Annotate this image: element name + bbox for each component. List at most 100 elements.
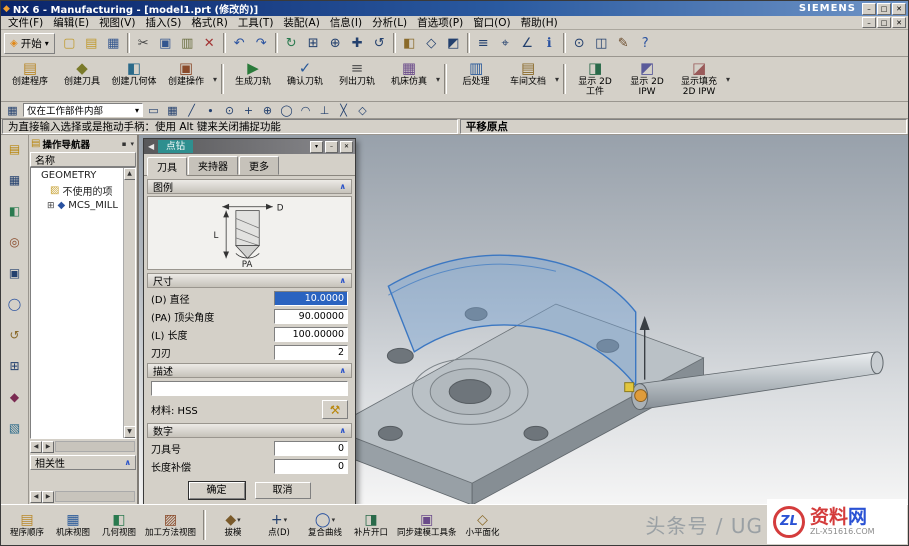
separator[interactable] xyxy=(275,33,278,53)
create-operation-button[interactable]: ▣ 创建操作 xyxy=(160,58,212,100)
datum-plane-icon[interactable]: ◫ xyxy=(591,33,612,54)
paste-icon[interactable]: ▥ xyxy=(177,33,198,54)
assembly-navigator-icon[interactable]: ▤ xyxy=(6,140,24,158)
tab-tool[interactable]: 刀具 xyxy=(147,157,187,176)
field-input[interactable]: 0 xyxy=(274,459,348,474)
scroll-down-icon[interactable]: ▼ xyxy=(124,426,136,438)
program-order-view-button[interactable]: ▤▾ 程序顺序 xyxy=(5,512,49,538)
snap-endpoint-icon[interactable]: ⊙ xyxy=(221,103,238,118)
scroll-right-icon[interactable]: ▶ xyxy=(42,441,54,453)
snap-line-icon[interactable]: ╱ xyxy=(183,103,200,118)
show-2d-ipw-button[interactable]: ◩ 显示 2D IPW xyxy=(621,58,673,100)
description-section-header[interactable]: 描述 ∧ xyxy=(147,363,352,378)
size-section-header[interactable]: 尺寸 ∧ xyxy=(147,273,352,288)
horizontal-scrollbar[interactable]: ◀ ▶ xyxy=(30,490,136,503)
menu-item[interactable]: 格式(R) xyxy=(186,15,233,30)
fit-window-icon[interactable]: ⊞ xyxy=(303,33,324,54)
menu-item[interactable]: 信息(I) xyxy=(325,15,367,30)
machine-simulate-button[interactable]: ▦ 机床仿真 xyxy=(383,58,435,100)
point-button[interactable]: +▾ 点(D) xyxy=(257,512,301,538)
start-menu-button[interactable]: ◈ 开始 ▾ xyxy=(4,33,55,54)
facet-body-button[interactable]: ◇▾ 小平面化 xyxy=(461,512,505,538)
snap-arc-icon[interactable]: ◠ xyxy=(297,103,314,118)
machine-tool-view-button[interactable]: ▦▾ 机床视图 xyxy=(51,512,95,538)
whole-assembly-icon[interactable]: ▦ xyxy=(164,103,181,118)
delete-icon[interactable]: ✕ xyxy=(199,33,220,54)
separator[interactable] xyxy=(467,33,470,53)
wireframe-view-icon[interactable]: ◇ xyxy=(421,33,442,54)
snap-perpendicular-icon[interactable]: ⊥ xyxy=(316,103,333,118)
draft-button[interactable]: ◆▾ 拔模 xyxy=(211,512,255,538)
snap-cross-icon[interactable]: ╳ xyxy=(335,103,352,118)
doc-restore-button[interactable]: □ xyxy=(877,17,891,28)
open-icon[interactable]: ▤ xyxy=(81,33,102,54)
navigator-tree[interactable]: GEOMETRY ▨ 不使用的项 ⊞ ◆ MCS_MILL xyxy=(30,167,136,439)
show-2d-workpiece-button[interactable]: ◨ 显示 2D 工件 xyxy=(569,58,621,100)
dialog-close-button[interactable]: ✕ xyxy=(340,141,353,153)
copy-icon[interactable]: ▣ xyxy=(155,33,176,54)
create-program-button[interactable]: ▤ 创建程序 xyxy=(4,58,56,100)
rotate-icon[interactable]: ↺ xyxy=(369,33,390,54)
legend-section-header[interactable]: 图例 ∧ xyxy=(147,179,352,194)
scroll-up-icon[interactable]: ▲ xyxy=(124,168,136,180)
menu-item[interactable]: 插入(S) xyxy=(140,15,186,30)
menu-item[interactable]: 分析(L) xyxy=(367,15,412,30)
menu-item[interactable]: 帮助(H) xyxy=(516,15,563,30)
dialog-dropdown-button[interactable]: ▾ xyxy=(310,141,323,153)
postprocess-button[interactable]: ▥ 后处理 xyxy=(450,58,502,100)
dialog-title-bar[interactable]: ◀ 点钻 ▾ – ✕ xyxy=(144,139,355,154)
selection-scope-dropdown[interactable]: 仅在工作部件内部 ▾ xyxy=(23,103,143,117)
info-icon[interactable]: ℹ xyxy=(539,33,560,54)
tree-item-geometry[interactable]: GEOMETRY xyxy=(31,168,135,183)
menu-item[interactable]: 首选项(P) xyxy=(412,15,468,30)
field-input[interactable]: 10.0000 xyxy=(274,291,348,306)
dependencies-section-header[interactable]: 相关性 ∧ xyxy=(30,455,136,470)
list-toolpath-button[interactable]: ≡ 列出刀轨 xyxy=(331,58,383,100)
zoom-icon[interactable]: ⊕ xyxy=(325,33,346,54)
menu-item[interactable]: 工具(T) xyxy=(233,15,279,30)
doc-close-button[interactable]: ✕ xyxy=(892,17,906,28)
chevron-down-icon[interactable]: ▾ xyxy=(725,75,731,84)
ok-button[interactable]: 确定 xyxy=(189,482,245,499)
pin-icon[interactable]: ▪ xyxy=(121,140,128,148)
menu-item[interactable]: 文件(F) xyxy=(3,15,48,30)
history-icon[interactable]: ↺ xyxy=(6,326,24,344)
scroll-left-icon[interactable]: ◀ xyxy=(30,441,42,453)
menu-item[interactable]: 装配(A) xyxy=(278,15,324,30)
pan-icon[interactable]: ✚ xyxy=(347,33,368,54)
separator[interactable] xyxy=(563,33,566,53)
refresh-icon[interactable]: ↻ xyxy=(281,33,302,54)
new-part-icon[interactable]: ▢ xyxy=(59,33,80,54)
selection-mode-icon[interactable]: ▦ xyxy=(4,103,21,118)
expander-icon[interactable]: ⊞ xyxy=(47,201,55,211)
geometry-view-button[interactable]: ◧▾ 几何视图 xyxy=(97,512,141,538)
selection-filter-icon[interactable]: ▭ xyxy=(145,103,162,118)
scroll-right-icon[interactable]: ▶ xyxy=(42,491,54,503)
snap-midpoint-icon[interactable]: + xyxy=(240,103,257,118)
doc-minimize-button[interactable]: – xyxy=(862,17,876,28)
cancel-button[interactable]: 取消 xyxy=(255,482,311,499)
wcs-icon[interactable]: ⌖ xyxy=(495,33,516,54)
create-tool-button[interactable]: ◆ 创建刀具 xyxy=(56,58,108,100)
redo-icon[interactable]: ↷ xyxy=(251,33,272,54)
shaded-view-icon[interactable]: ◧ xyxy=(399,33,420,54)
scroll-left-icon[interactable]: ◀ xyxy=(30,491,42,503)
help-icon[interactable]: ? xyxy=(635,33,656,54)
chevron-down-icon[interactable]: ▾ xyxy=(129,140,135,148)
separator[interactable] xyxy=(127,33,130,53)
roles-icon[interactable]: ▧ xyxy=(6,419,24,437)
save-icon[interactable]: ▦ xyxy=(103,33,124,54)
create-geometry-button[interactable]: ◧ 创建几何体 xyxy=(108,58,160,100)
process-studio-icon[interactable]: ◆ xyxy=(6,388,24,406)
field-input[interactable]: 100.00000 xyxy=(274,327,348,342)
description-input[interactable] xyxy=(151,381,348,396)
sync-modeling-toolbar-button[interactable]: ▣▾ 同步建模工具条 xyxy=(395,512,459,538)
field-input[interactable]: 2 xyxy=(274,345,348,360)
layer-settings-icon[interactable]: ≡ xyxy=(473,33,494,54)
tab-more[interactable]: 更多 xyxy=(239,156,279,175)
tree-item-unused[interactable]: ▨ 不使用的项 xyxy=(31,183,135,198)
reuse-library-icon[interactable]: ◎ xyxy=(6,233,24,251)
show-fill-2d-ipw-button[interactable]: ◪ 显示填充 2D IPW xyxy=(673,58,725,100)
separator[interactable] xyxy=(393,33,396,53)
cut-icon[interactable]: ✂ xyxy=(133,33,154,54)
